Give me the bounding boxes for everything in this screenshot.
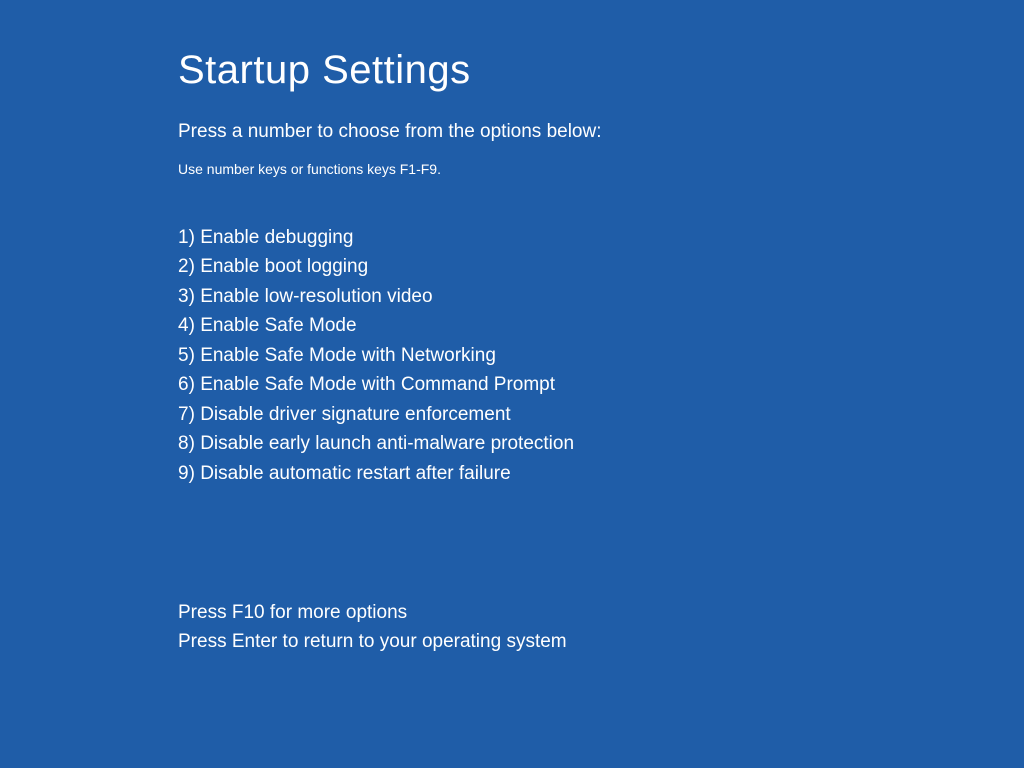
option-label: Enable boot logging bbox=[200, 256, 368, 277]
option-5[interactable]: 5) Enable Safe Mode with Networking bbox=[178, 341, 1024, 370]
option-6[interactable]: 6) Enable Safe Mode with Command Prompt bbox=[178, 370, 1024, 399]
option-number: 6 bbox=[178, 374, 189, 395]
option-number: 2 bbox=[178, 256, 189, 277]
option-1[interactable]: 1) Enable debugging bbox=[178, 223, 1024, 252]
option-label: Enable Safe Mode bbox=[200, 315, 356, 336]
option-number: 3 bbox=[178, 286, 189, 307]
option-number: 9 bbox=[178, 463, 189, 484]
option-3[interactable]: 3) Enable low-resolution video bbox=[178, 282, 1024, 311]
option-4[interactable]: 4) Enable Safe Mode bbox=[178, 311, 1024, 340]
option-label: Disable automatic restart after failure bbox=[200, 463, 510, 484]
option-number: 4 bbox=[178, 315, 189, 336]
return-hint: Press Enter to return to your operating … bbox=[178, 627, 1024, 656]
startup-settings-screen: Startup Settings Press a number to choos… bbox=[0, 0, 1024, 657]
instruction-text: Press a number to choose from the option… bbox=[178, 121, 1024, 143]
option-label: Disable driver signature enforcement bbox=[200, 404, 511, 425]
option-number: 7 bbox=[178, 404, 189, 425]
hint-text: Use number keys or functions keys F1-F9. bbox=[178, 161, 1024, 177]
option-8[interactable]: 8) Disable early launch anti-malware pro… bbox=[178, 429, 1024, 458]
option-label: Enable Safe Mode with Command Prompt bbox=[200, 374, 555, 395]
option-label: Enable Safe Mode with Networking bbox=[200, 345, 496, 366]
option-number: 5 bbox=[178, 345, 189, 366]
option-label: Disable early launch anti-malware protec… bbox=[200, 433, 574, 454]
option-7[interactable]: 7) Disable driver signature enforcement bbox=[178, 400, 1024, 429]
option-9[interactable]: 9) Disable automatic restart after failu… bbox=[178, 459, 1024, 488]
options-list: 1) Enable debugging 2) Enable boot loggi… bbox=[178, 223, 1024, 488]
option-label: Enable debugging bbox=[200, 227, 353, 248]
option-number: 1 bbox=[178, 227, 189, 248]
page-title: Startup Settings bbox=[178, 48, 1024, 93]
option-2[interactable]: 2) Enable boot logging bbox=[178, 252, 1024, 281]
more-options-hint: Press F10 for more options bbox=[178, 598, 1024, 627]
option-label: Enable low-resolution video bbox=[200, 286, 432, 307]
option-number: 8 bbox=[178, 433, 189, 454]
